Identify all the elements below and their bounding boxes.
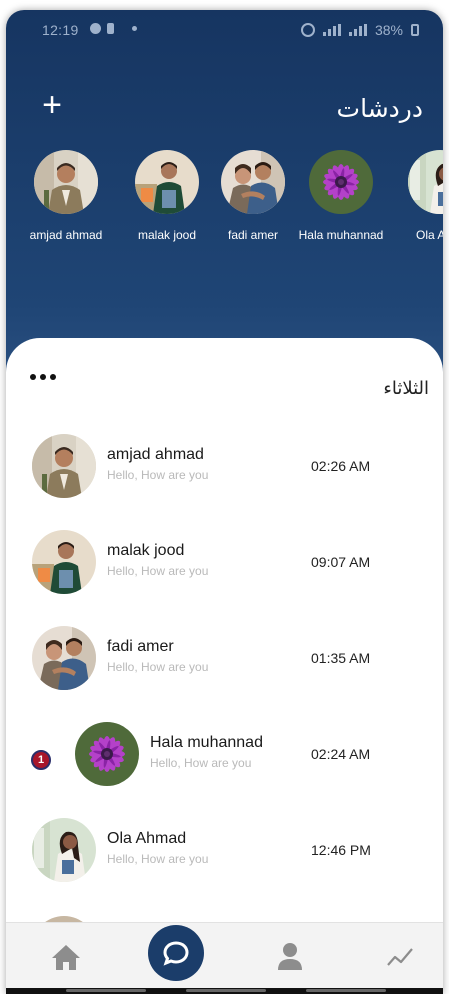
- chat-preview: Hello, How are you: [107, 852, 209, 866]
- dot-icon: [132, 26, 137, 31]
- chat-name: amjad ahmad: [107, 446, 204, 463]
- more-dots-icon[interactable]: [30, 374, 56, 380]
- signal-icon: [348, 24, 367, 36]
- story-item[interactable]: malak jood: [122, 150, 212, 242]
- chat-time: 02:24 AM: [311, 746, 371, 762]
- chat-name: Ola Ahmad: [107, 830, 187, 847]
- avatar: [221, 150, 285, 214]
- chat-preview: Hello, How are you: [150, 756, 252, 770]
- story-name: Ola A: [416, 228, 443, 242]
- battery-level: 38%: [374, 22, 403, 38]
- story-item[interactable]: Hala muhannad: [296, 150, 386, 242]
- avatar: [32, 818, 96, 882]
- system-icons: 38%: [300, 22, 419, 38]
- story-name: amjad ahmad: [29, 228, 103, 242]
- status-bar: 12:19 38%: [6, 10, 443, 48]
- notification-icon: [90, 23, 101, 34]
- story-name: malak jood: [137, 228, 197, 242]
- chat-item[interactable]: amjad ahmad Hello, How are you 02:26 AM: [6, 428, 443, 508]
- chat-name: fadi amer: [107, 638, 174, 655]
- chat-item[interactable]: 1 Hala muhannad Hello, How are you 02:24…: [6, 716, 443, 796]
- chat-preview: Hello, How are you: [107, 660, 209, 674]
- chat-list-panel: الثلاثاء amjad ahmad Hello, How are you …: [6, 338, 443, 994]
- notification-icon: [107, 23, 114, 34]
- avatar: [34, 150, 98, 214]
- stories-row: amjad ahmad malak jood fadi amer Hala mu…: [6, 150, 443, 260]
- chat-time: 01:35 AM: [311, 650, 371, 666]
- story-item[interactable]: fadi amer: [208, 150, 298, 242]
- chat-time: 09:07 AM: [311, 554, 371, 570]
- story-item[interactable]: Ola A: [408, 150, 443, 242]
- avatar: [32, 434, 96, 498]
- gesture-bar: [6, 988, 443, 994]
- chat-item[interactable]: Ola Ahmad Hello, How are you 12:46 PM: [6, 812, 443, 892]
- home-icon[interactable]: [46, 937, 86, 977]
- notification-icons: [90, 23, 137, 34]
- chat-name: Hala muhannad: [150, 734, 263, 751]
- chat-item[interactable]: malak jood Hello, How are you 09:07 AM: [6, 524, 443, 604]
- chat-time: 02:26 AM: [311, 458, 371, 474]
- person-icon[interactable]: [270, 937, 310, 977]
- status-time: 12:19: [42, 22, 79, 38]
- chat-preview: Hello, How are you: [107, 468, 209, 482]
- chat-item[interactable]: fadi amer Hello, How are you 01:35 AM: [6, 620, 443, 700]
- plus-icon[interactable]: +: [36, 88, 68, 122]
- signal-icon: [322, 24, 341, 36]
- chat-preview: Hello, How are you: [107, 564, 209, 578]
- chat-time: 12:46 PM: [311, 842, 371, 858]
- story-item[interactable]: amjad ahmad: [21, 150, 111, 242]
- day-label: الثلاثاء: [383, 378, 429, 398]
- story-name: fadi amer: [227, 228, 279, 242]
- chat-icon[interactable]: [148, 925, 204, 981]
- avatar: [135, 150, 199, 214]
- trend-icon[interactable]: [380, 937, 420, 977]
- chat-name: malak jood: [107, 542, 185, 559]
- avatar: [408, 150, 443, 214]
- avatar: [32, 626, 96, 690]
- app-screen: 12:19 38% + دردشات amjad ahmad malak joo…: [6, 10, 443, 994]
- page-title: دردشات: [336, 95, 423, 123]
- bottom-nav: [6, 922, 443, 994]
- unread-badge: 1: [31, 750, 51, 770]
- battery-icon: [411, 24, 419, 36]
- avatar: [32, 530, 96, 594]
- avatar: [309, 150, 373, 214]
- hotspot-icon: [300, 23, 315, 37]
- story-name: Hala muhannad: [298, 228, 384, 242]
- avatar: [75, 722, 139, 786]
